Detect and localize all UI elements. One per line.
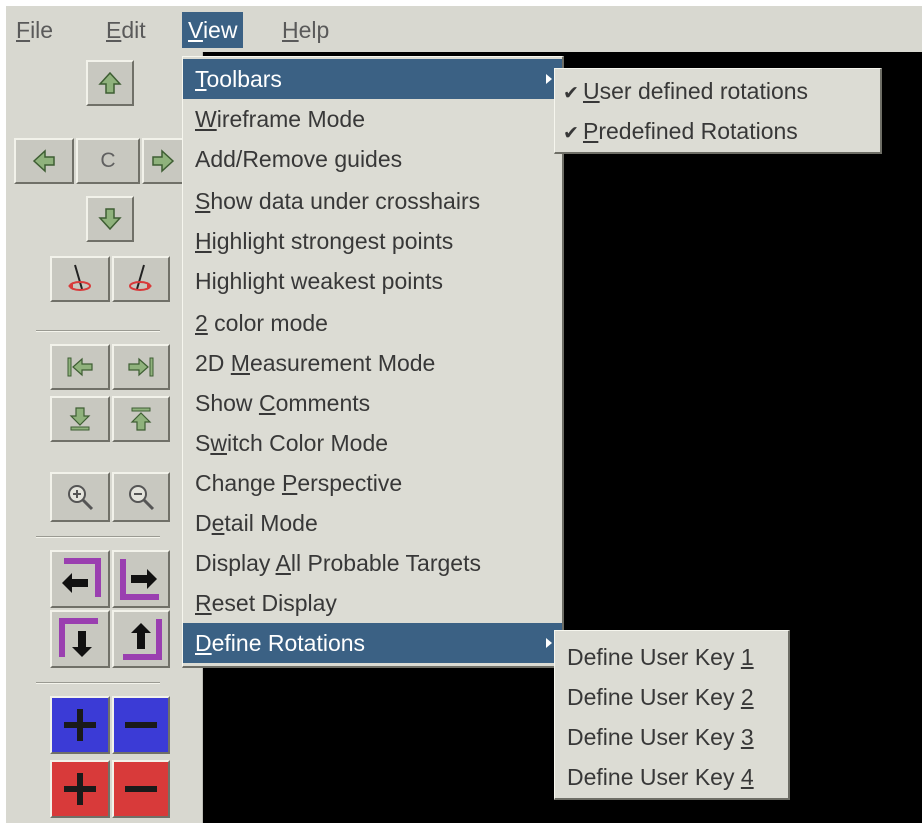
blue-minus-icon [125,722,157,728]
turn-left-icon [62,558,101,597]
turn-down-button[interactable] [50,610,110,668]
blue-plus-button[interactable] [50,696,110,754]
menu-item-define-user-key-3[interactable]: Define User Key 3 [555,717,788,757]
turn-down-icon [59,618,98,657]
down-arrow-icon [98,208,122,231]
first-icon [67,357,93,377]
menu-item-wireframe-mode[interactable]: Wireframe Mode [183,99,562,139]
application-window: File Edit View Help C Toolbars Wireframe… [6,6,922,823]
zoom-out-button[interactable] [112,472,170,522]
menu-item-define-user-key-1[interactable]: Define User Key 1 [555,637,788,677]
first-button[interactable] [50,344,110,390]
zoom-in-icon [68,485,94,511]
blue-minus-button[interactable] [112,696,170,754]
menu-item-detail-mode[interactable]: Detail Mode [183,503,562,543]
menu-item-show-comments[interactable]: Show Comments [183,383,562,423]
submenu-arrow-icon [546,74,552,84]
menu-item-define-rotations[interactable]: Define Rotations [183,623,562,663]
top-button[interactable] [112,396,170,442]
menu-item-reset-display[interactable]: Reset Display [183,583,562,623]
bottom-button[interactable] [50,396,110,442]
left-arrow-icon [32,149,55,173]
menu-item-highlight-strongest-points[interactable]: Highlight strongest points [183,221,562,261]
zoom-in-button[interactable] [50,472,110,522]
file-menu[interactable]: File [10,12,59,48]
rotate-left-axis-button[interactable] [50,256,110,302]
last-button[interactable] [112,344,170,390]
center-label: C [100,149,116,172]
pan-down-button[interactable] [86,196,134,242]
top-icon [130,407,152,431]
turn-right-button[interactable] [112,550,170,608]
zoom-out-icon [129,485,155,511]
bottom-icon [69,407,91,431]
menu-item-define-user-key-4[interactable]: Define User Key 4 [555,757,788,797]
menu-item-predefined-rotations[interactable]: ✔ Predefined Rotations [555,111,880,151]
menu-item-toolbars[interactable]: Toolbars [183,59,562,99]
menu-item-highlight-weakest-points[interactable]: Highlight weakest points [183,261,562,301]
right-arrow-icon [152,149,175,173]
turn-left-button[interactable] [50,550,110,608]
menu-bar: File Edit View Help [6,6,922,52]
help-menu[interactable]: Help [276,12,335,48]
checkmark-icon: ✔ [563,123,579,144]
view-menu[interactable]: View [182,12,244,48]
red-minus-icon [125,786,157,792]
up-arrow-icon [98,71,122,94]
view-menu-dropdown: Toolbars Wireframe Mode Add/Remove guide… [182,56,564,668]
edit-menu[interactable]: Edit [100,12,152,48]
menu-item-display-all-probable-targets[interactable]: Display All Probable Targets [183,543,562,583]
menu-item-switch-color-mode[interactable]: Switch Color Mode [183,423,562,463]
menu-item-define-user-key-2[interactable]: Define User Key 2 [555,677,788,717]
pan-up-button[interactable] [86,60,134,106]
toolbar-separator [36,536,160,538]
toolbar-separator [36,682,160,684]
menu-item-user-defined-rotations[interactable]: ✔ User defined rotations [555,71,880,111]
rotate-right-axis-icon [129,264,152,291]
navigation-toolbar: C [6,52,203,823]
menu-item-add-remove-guides[interactable]: Add/Remove guides [183,139,562,179]
menu-item-show-data-under-crosshairs[interactable]: Show data under crosshairs [183,181,562,221]
last-icon [128,357,154,377]
center-button[interactable]: C [76,138,140,184]
red-plus-icon [64,773,96,805]
menu-item-2-color-mode[interactable]: 2 color mode [183,303,562,343]
rotate-left-axis-icon [68,264,91,291]
turn-right-icon [120,559,159,600]
red-plus-button[interactable] [50,760,110,818]
checkmark-icon: ✔ [563,83,579,104]
blue-plus-icon [64,709,96,741]
menu-item-change-perspective[interactable]: Change Perspective [183,463,562,503]
turn-up-icon [123,619,162,660]
pan-left-button[interactable] [14,138,74,184]
toolbar-separator [36,330,160,332]
rotate-right-axis-button[interactable] [112,256,170,302]
turn-up-button[interactable] [112,610,170,668]
menu-item-2d-measurement-mode[interactable]: 2D Measurement Mode [183,343,562,383]
red-minus-button[interactable] [112,760,170,818]
define-rotations-submenu: Define User Key 1 Define User Key 2 Defi… [554,630,790,800]
submenu-arrow-icon [546,638,552,648]
toolbars-submenu: ✔ User defined rotations ✔ Predefined Rota… [554,68,882,154]
